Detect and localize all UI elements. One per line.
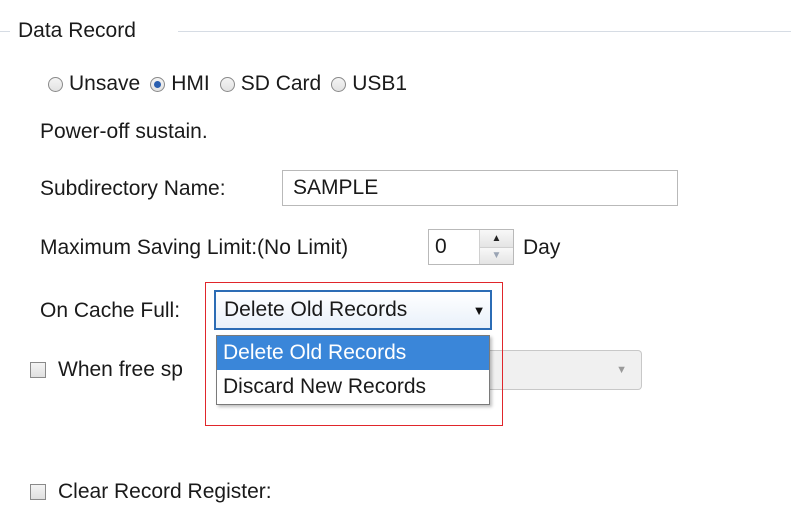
- radio-button-icon[interactable]: [331, 76, 347, 92]
- combobox-selected-value: Delete Old Records: [224, 298, 408, 321]
- chevron-down-icon: ▼: [616, 364, 627, 376]
- group-border: [178, 31, 791, 32]
- free-space-combobox[interactable]: ▼: [488, 350, 642, 390]
- saving-limit-input[interactable]: [429, 230, 479, 264]
- radio-unsave[interactable]: Unsave: [48, 72, 140, 96]
- cache-full-combobox[interactable]: Delete Old Records ▼: [214, 290, 492, 330]
- storage-note: Power-off sustain.: [40, 120, 208, 143]
- radio-label: HMI: [171, 72, 210, 95]
- dropdown-option-delete-old-records[interactable]: Delete Old Records: [217, 336, 489, 370]
- subdirectory-label: Subdirectory Name:: [40, 177, 226, 200]
- radio-label: SD Card: [240, 72, 322, 95]
- chevron-down-icon[interactable]: ▼: [468, 303, 490, 318]
- radio-sd-card[interactable]: SD Card: [219, 72, 322, 96]
- free-space-label: When free sp: [58, 358, 183, 381]
- group-border: [0, 31, 10, 32]
- radio-button-icon[interactable]: [48, 76, 63, 92]
- saving-limit-unit: Day: [523, 236, 561, 259]
- subdirectory-input[interactable]: [282, 170, 678, 206]
- radio-usb1[interactable]: USB1: [331, 72, 407, 96]
- radio-label: Unsave: [69, 72, 141, 95]
- radio-hmi[interactable]: HMI: [150, 72, 210, 96]
- clear-register-row: Clear Record Register:: [30, 478, 272, 506]
- storage-radio-group: Unsave HMI SD Card USB1: [48, 70, 417, 98]
- cache-full-dropdown-list: Delete Old Records Discard New Records: [216, 335, 490, 405]
- radio-button-icon[interactable]: [219, 76, 235, 92]
- group-title: Data Record: [18, 19, 136, 42]
- spin-buttons: ▲ ▼: [479, 230, 513, 264]
- radio-button-checked-icon[interactable]: [150, 76, 166, 92]
- spin-down-icon[interactable]: ▼: [480, 247, 513, 264]
- free-space-row: When free sp: [30, 356, 183, 384]
- saving-limit-label: Maximum Saving Limit:(No Limit): [40, 236, 349, 259]
- spin-up-icon[interactable]: ▲: [480, 230, 513, 248]
- clear-register-checkbox[interactable]: [30, 484, 46, 500]
- cache-full-label: On Cache Full:: [40, 299, 181, 322]
- clear-register-label: Clear Record Register:: [58, 480, 272, 503]
- dropdown-option-discard-new-records[interactable]: Discard New Records: [217, 370, 489, 404]
- free-space-checkbox[interactable]: [30, 362, 46, 378]
- radio-label: USB1: [352, 72, 408, 95]
- saving-limit-spinbox: ▲ ▼: [428, 229, 514, 265]
